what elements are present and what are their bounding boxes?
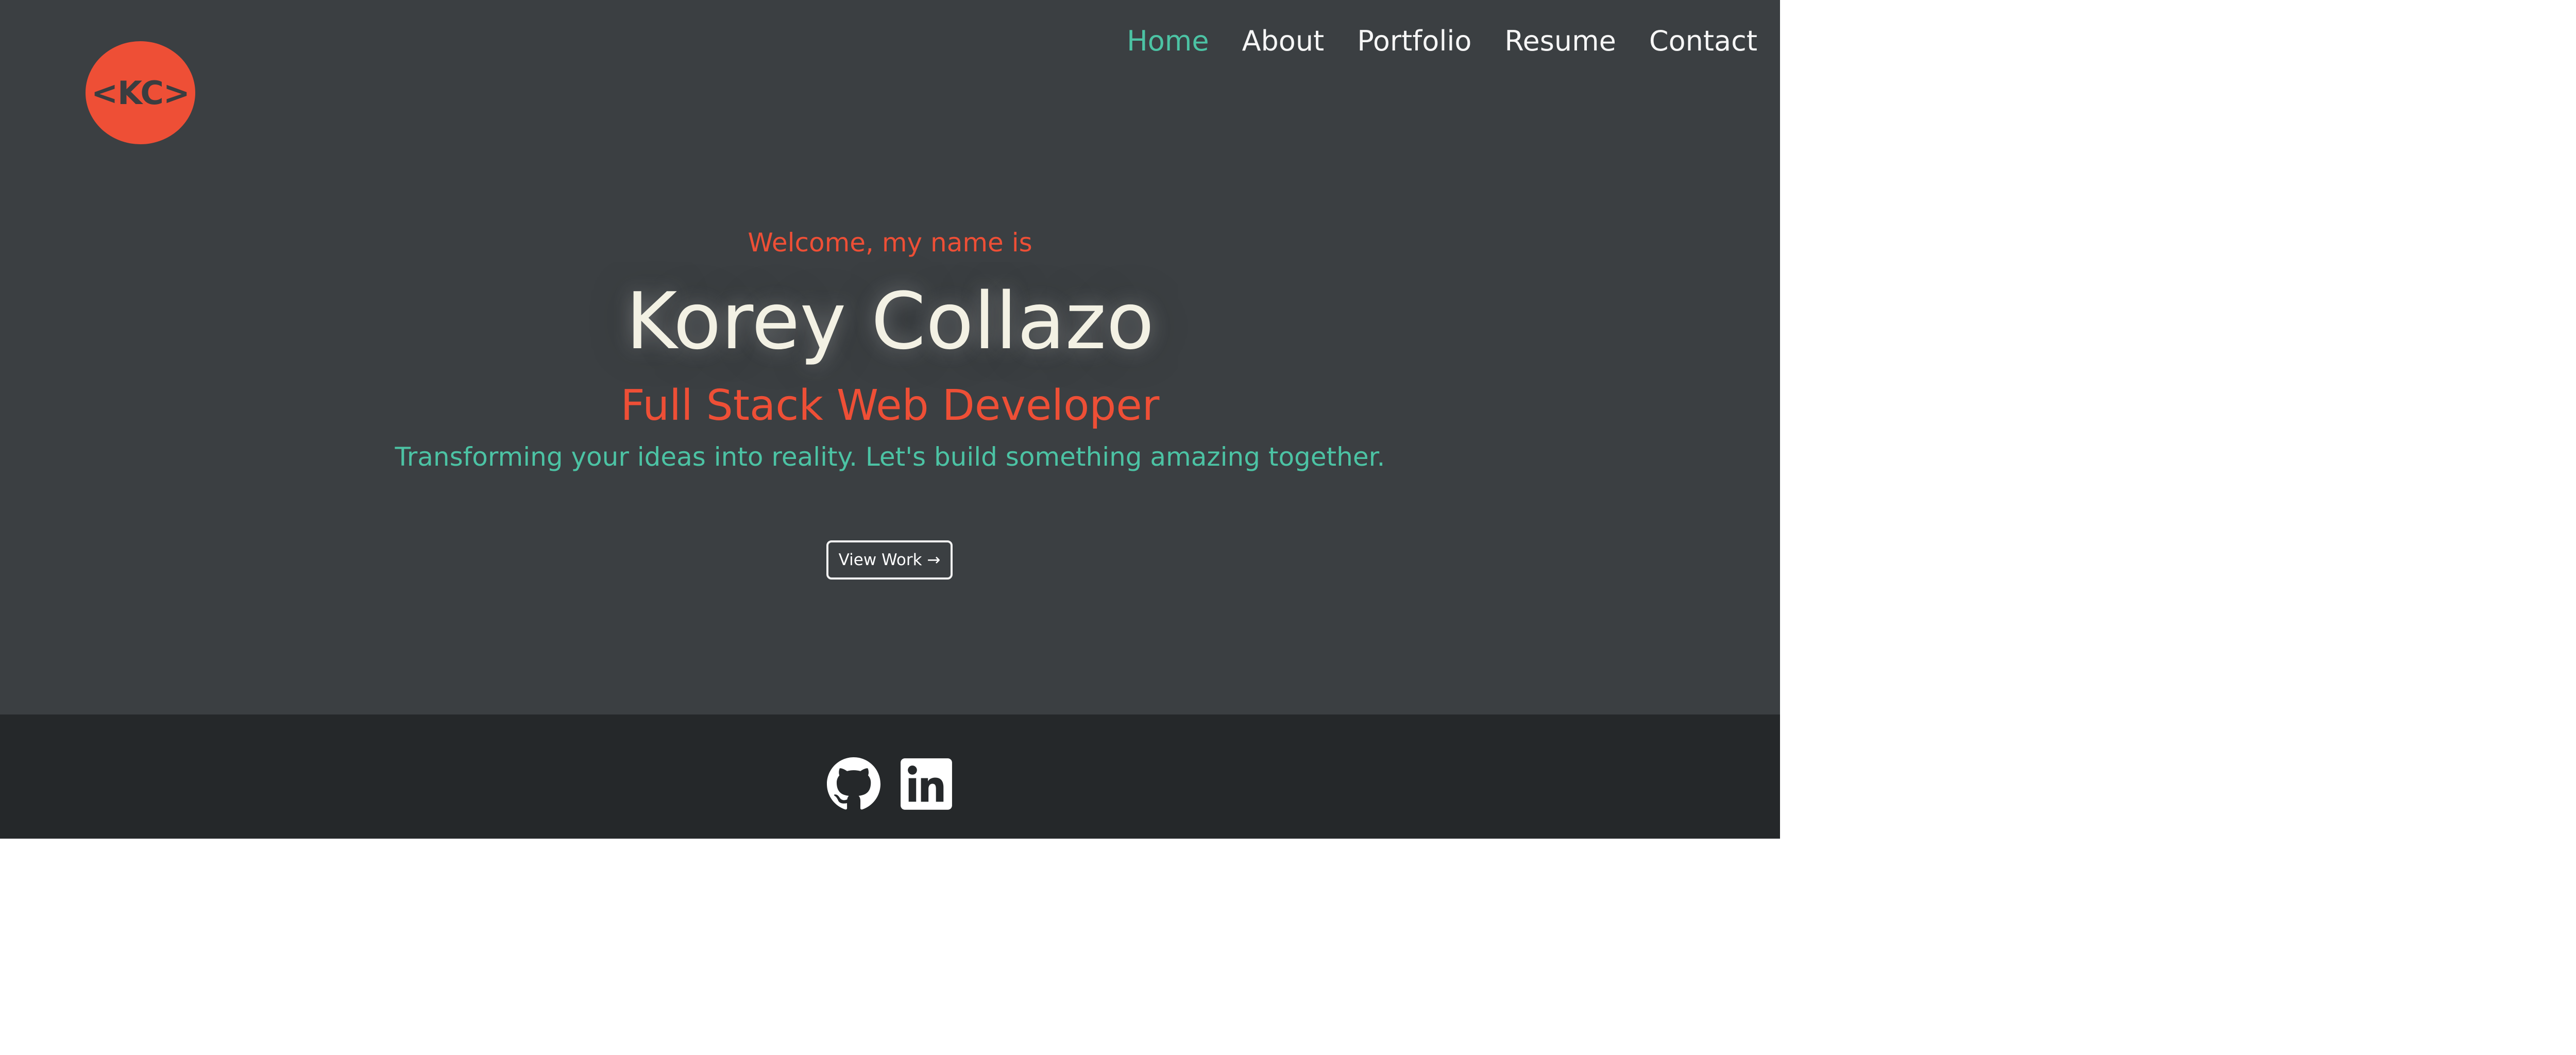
footer	[0, 714, 1780, 839]
nav-item-portfolio[interactable]: Portfolio	[1357, 25, 1471, 57]
portfolio-site: <KC> Home About Portfolio Resume Contact…	[0, 0, 1780, 839]
logo-text: <KC>	[91, 74, 190, 112]
linkedin-link[interactable]	[900, 757, 953, 811]
hero-role: Full Stack Web Developer	[620, 381, 1160, 430]
linkedin-icon	[901, 758, 952, 810]
logo[interactable]: <KC>	[86, 41, 195, 144]
main-nav: Home About Portfolio Resume Contact	[1127, 25, 1757, 57]
github-icon	[827, 757, 880, 810]
page: <KC> Home About Portfolio Resume Contact…	[0, 0, 2576, 1055]
view-work-button[interactable]: View Work →	[826, 540, 953, 580]
github-link[interactable]	[827, 757, 880, 811]
hero-greeting: Welcome, my name is	[748, 228, 1032, 258]
hero-tagline: Transforming your ideas into reality. Le…	[395, 442, 1385, 472]
nav-item-contact[interactable]: Contact	[1649, 25, 1757, 57]
nav-item-about[interactable]: About	[1242, 25, 1325, 57]
nav-item-home[interactable]: Home	[1127, 25, 1209, 57]
nav-item-resume[interactable]: Resume	[1504, 25, 1616, 57]
hero-name: Korey Collazo	[625, 276, 1155, 367]
hero-section: <KC> Home About Portfolio Resume Contact…	[0, 0, 1780, 714]
